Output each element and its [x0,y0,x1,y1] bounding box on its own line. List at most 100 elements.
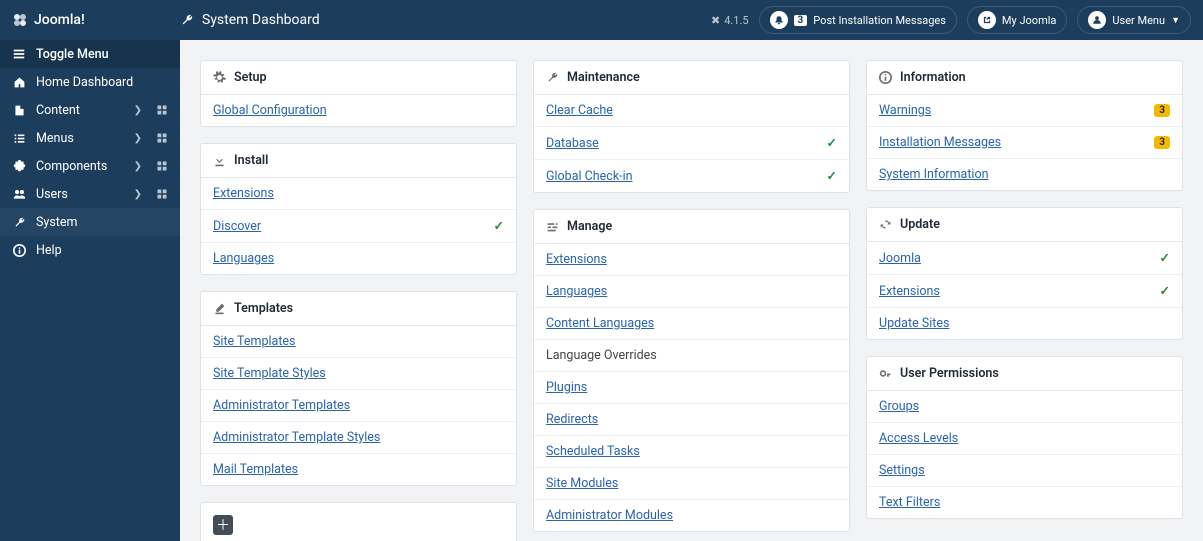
key-icon [879,367,892,380]
link-global-check-in[interactable]: Global Check-in [546,169,633,184]
add-module-panel: ＋Add module to the dashboard [200,502,517,541]
link-extensions[interactable]: Extensions [546,252,607,267]
post-install-messages-button[interactable]: 3 Post Installation Messages [759,6,957,34]
card-item-site-modules: Site Modules [534,468,849,500]
sidebar-item-label: Content [36,103,124,118]
version-indicator: ✖ 4.1.5 [711,14,749,27]
sidebar-item-label: Components [36,159,124,174]
link-site-templates[interactable]: Site Templates [213,334,296,349]
sidebar: Toggle Menu Home DashboardContent❯Menus❯… [0,40,180,541]
link-global-configuration[interactable]: Global Configuration [213,103,327,118]
sidebar-item-label: System [36,215,168,230]
link-settings[interactable]: Settings [879,463,925,478]
link-installation-messages[interactable]: Installation Messages [879,135,1001,150]
card-item-joomla: Joomla✓ [867,242,1182,275]
link-discover[interactable]: Discover [213,219,261,234]
cog-icon [213,71,226,84]
warning-badge: 3 [1154,136,1170,149]
dashboard-grid-icon[interactable] [156,160,168,172]
toggle-menu-button[interactable]: Toggle Menu [0,40,180,68]
link-mail-templates[interactable]: Mail Templates [213,462,298,477]
card-header: Maintenance [534,61,849,95]
sync-icon [879,218,892,231]
user-menu-label: User Menu [1112,14,1165,27]
link-content-languages[interactable]: Content Languages [546,316,654,331]
brand-label: Joomla! [34,12,85,28]
link-extensions[interactable]: Extensions [213,186,274,201]
card-header: Templates [201,292,516,326]
card-item-extensions: Extensions [534,244,849,276]
my-site-button[interactable]: My Joomla [967,6,1067,34]
sidebar-item-label: Home Dashboard [36,75,168,90]
chevron-right-icon: ❯ [134,133,142,144]
chevron-right-icon: ❯ [134,189,142,200]
card-header: Update [867,208,1182,242]
card-item-language-overrides: Language Overrides [534,340,849,372]
info-circle-icon [879,71,892,84]
link-text-filters[interactable]: Text Filters [879,495,940,510]
link-clear-cache[interactable]: Clear Cache [546,103,613,118]
link-languages[interactable]: Languages [213,251,274,266]
card-item-scheduled-tasks: Scheduled Tasks [534,436,849,468]
sidebar-item-content[interactable]: Content❯ [0,96,180,124]
notification-count: 3 [794,15,808,26]
card-title: Manage [567,219,612,234]
link-access-levels[interactable]: Access Levels [879,431,958,446]
card-item-site-template-styles: Site Template Styles [201,358,516,390]
dashboard-grid-icon[interactable] [156,132,168,144]
link-site-modules[interactable]: Site Modules [546,476,618,491]
brand[interactable]: Joomla! [12,12,180,28]
bell-icon [770,11,788,29]
dashboard-grid-icon[interactable] [156,104,168,116]
dashboard-grid-icon[interactable] [156,188,168,200]
version-text: 4.1.5 [724,14,748,27]
card-item-global-check-in: Global Check-in ✓ [534,160,849,192]
check-icon: ✓ [1160,283,1170,299]
link-extensions[interactable]: Extensions [879,284,940,299]
card-item-text-filters: Text Filters [867,487,1182,518]
card-setup: Setup Global Configuration [200,60,517,127]
page-title: System Dashboard [202,12,320,28]
sidebar-item-users[interactable]: Users❯ [0,180,180,208]
card-item-administrator-template-styles: Administrator Template Styles [201,422,516,454]
link-system-information[interactable]: System Information [879,167,989,182]
joomla-version-icon: ✖ [711,14,720,27]
link-languages[interactable]: Languages [546,284,607,299]
link-administrator-templates[interactable]: Administrator Templates [213,398,350,413]
sidebar-item-system[interactable]: System [0,208,180,236]
brush-icon [213,302,226,315]
check-icon: ✓ [827,135,837,151]
wrench-icon [12,215,26,229]
sidebar-item-help[interactable]: Help [0,236,180,264]
link-database[interactable]: Database [546,136,599,151]
link-administrator-modules[interactable]: Administrator Modules [546,508,673,523]
card-user-permissions: User Permissions Groups Access Levels Setti… [866,356,1183,519]
card-templates: Templates Site Templates Site Template Sty… [200,291,517,486]
link-warnings[interactable]: Warnings [879,103,931,118]
card-item-mail-templates: Mail Templates [201,454,516,485]
link-scheduled-tasks[interactable]: Scheduled Tasks [546,444,640,459]
sidebar-item-label: Toggle Menu [36,47,168,62]
link-groups[interactable]: Groups [879,399,919,414]
card-maintenance: MaintenanceClear CacheDatabase✓Global Ch… [533,60,850,193]
card-title: User Permissions [900,366,999,381]
link-site-template-styles[interactable]: Site Template Styles [213,366,326,381]
check-icon: ✓ [827,168,837,184]
sidebar-item-home-dashboard[interactable]: Home Dashboard [0,68,180,96]
add-module-button[interactable]: ＋ [213,515,233,535]
link-plugins[interactable]: Plugins [546,380,587,395]
card-information: InformationWarnings3Installation Message… [866,60,1183,191]
user-menu-button[interactable]: User Menu ▼ [1077,6,1191,34]
card-item-languages: Languages [201,243,516,274]
sidebar-item-components[interactable]: Components❯ [0,152,180,180]
link-joomla[interactable]: Joomla [879,251,921,266]
sidebar-item-menus[interactable]: Menus❯ [0,124,180,152]
link-language-overrides: Language Overrides [546,348,657,363]
link-administrator-template-styles[interactable]: Administrator Template Styles [213,430,380,445]
info-icon [12,243,26,257]
link-update-sites[interactable]: Update Sites [879,316,949,331]
toggle-icon [12,47,26,61]
card-header: Install [201,144,516,178]
link-redirects[interactable]: Redirects [546,412,598,427]
card-title: Setup [234,70,267,85]
